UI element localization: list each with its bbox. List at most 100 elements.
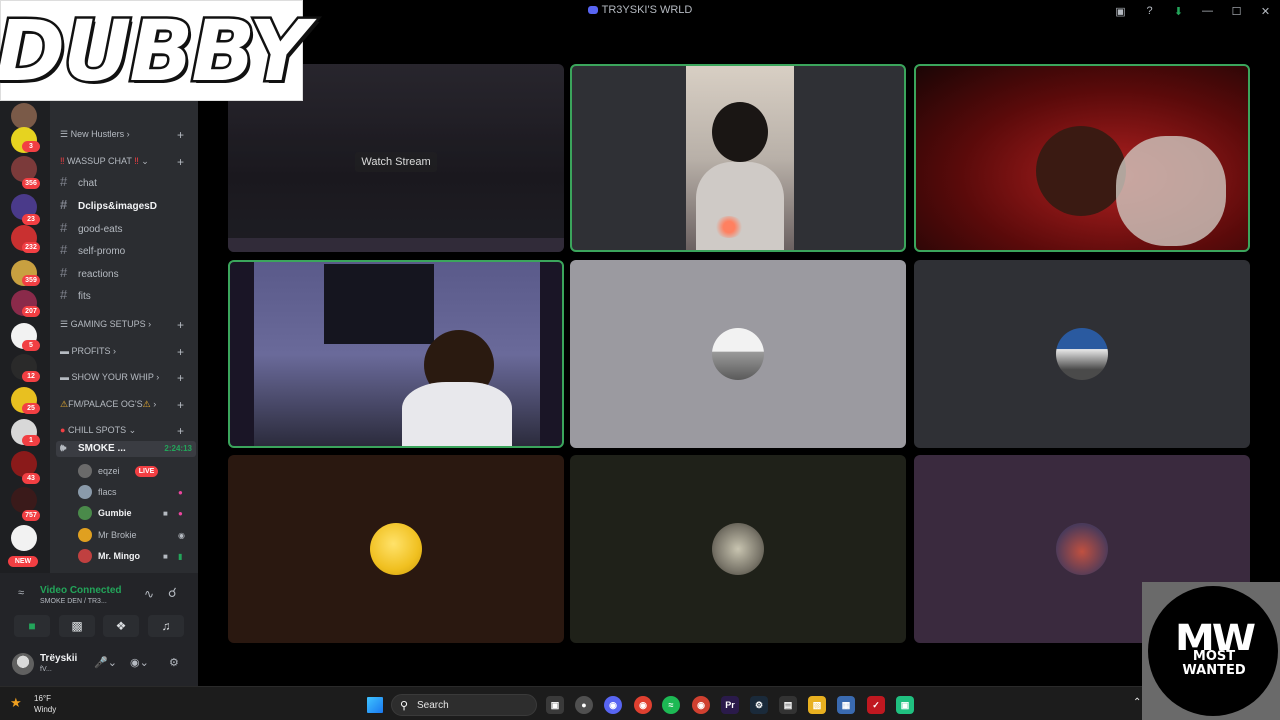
maximize-button[interactable]: ☐ bbox=[1222, 0, 1251, 22]
channel-self-promo[interactable]: # self-promo bbox=[60, 242, 125, 257]
audio-tile[interactable] bbox=[570, 455, 906, 643]
steam-icon[interactable]: ⚙ bbox=[750, 696, 768, 714]
category-new-hustlers[interactable]: ☰ New Hustlers › + bbox=[60, 128, 184, 142]
obs-icon[interactable]: ● bbox=[575, 696, 593, 714]
audio-tile[interactable] bbox=[228, 455, 564, 643]
user-status: fV... bbox=[40, 666, 52, 673]
add-channel-icon[interactable]: + bbox=[177, 371, 184, 385]
unread-badge: 25 bbox=[22, 403, 40, 414]
user-avatar[interactable] bbox=[12, 653, 34, 675]
unread-badge: 207 bbox=[22, 306, 40, 317]
unread-badge: 12 bbox=[22, 371, 40, 382]
start-button[interactable] bbox=[367, 697, 383, 713]
soundboard-icon: ♫ bbox=[161, 619, 171, 633]
stream-preview-bar bbox=[228, 238, 564, 252]
add-channel-icon[interactable]: + bbox=[177, 155, 184, 169]
channel-good-eats[interactable]: # good-eats bbox=[60, 220, 122, 235]
most-wanted-logo: MW MOST WANTED bbox=[1142, 582, 1280, 720]
hash-icon: # bbox=[60, 265, 68, 280]
unread-badge: 757 bbox=[22, 510, 40, 521]
participant-avatar bbox=[1056, 523, 1108, 575]
light-glow bbox=[714, 216, 744, 238]
unread-badge: 23 bbox=[22, 214, 40, 225]
watch-stream-button[interactable]: Watch Stream bbox=[355, 152, 437, 172]
activities-button[interactable]: ❖ bbox=[103, 615, 139, 637]
disconnect-icon[interactable]: ☌ bbox=[168, 585, 177, 601]
voice-channel-smoke-den[interactable]: 🕪 SMOKE ... 2:24:13 bbox=[56, 441, 196, 457]
store-icon[interactable]: ▦ bbox=[837, 696, 855, 714]
mic-icon[interactable]: 🎤⌄ bbox=[94, 656, 117, 669]
category-wassup-chat[interactable]: ‼ WASSUP CHAT ‼ ⌄ + bbox=[60, 155, 184, 169]
speaker-icon: 🕪 bbox=[60, 443, 67, 454]
minimize-button[interactable]: — bbox=[1193, 0, 1222, 22]
participant-avatar bbox=[712, 328, 764, 380]
avatar bbox=[78, 485, 92, 499]
app-icon[interactable]: ▤ bbox=[779, 696, 797, 714]
screen-share-button[interactable]: ▩ bbox=[59, 615, 95, 637]
hash-icon: # bbox=[60, 197, 68, 212]
participant-silhouette bbox=[402, 382, 512, 446]
app-icon[interactable]: ✓ bbox=[867, 696, 885, 714]
headphones-icon[interactable]: ◉⌄ bbox=[130, 656, 149, 669]
inbox-icon[interactable]: ▣ bbox=[1106, 0, 1135, 22]
channel-reactions[interactable]: # reactions bbox=[60, 265, 119, 280]
add-channel-icon[interactable]: + bbox=[177, 424, 184, 438]
category-chill-spots[interactable]: ● CHILL SPOTS ⌄ + bbox=[60, 424, 184, 438]
chrome-icon[interactable]: ◉ bbox=[634, 696, 652, 714]
add-channel-icon[interactable]: + bbox=[177, 128, 184, 142]
streaming-icon: ● bbox=[178, 509, 183, 518]
unread-badge: 3 bbox=[22, 141, 40, 152]
audio-tile[interactable] bbox=[914, 260, 1250, 448]
noise-suppression-icon[interactable]: ∿ bbox=[144, 587, 154, 601]
camera-icon: ■ bbox=[28, 619, 36, 633]
add-channel-icon[interactable]: + bbox=[177, 398, 184, 412]
video-tile[interactable] bbox=[570, 64, 906, 252]
weather-icon: ★ bbox=[10, 695, 22, 710]
user-name[interactable]: Trëyskii bbox=[40, 653, 77, 664]
help-icon[interactable]: ? bbox=[1135, 0, 1164, 22]
participant-avatar bbox=[712, 523, 764, 575]
task-view-icon[interactable]: ▣ bbox=[546, 696, 564, 714]
file-explorer-icon[interactable]: ▧ bbox=[808, 696, 826, 714]
category-show-your-whip[interactable]: ▬ SHOW YOUR WHIP › + bbox=[60, 371, 184, 385]
chrome-icon[interactable]: ◉ bbox=[692, 696, 710, 714]
signal-icon[interactable]: ≈ bbox=[18, 587, 24, 599]
close-button[interactable]: ✕ bbox=[1251, 0, 1280, 22]
category-palace[interactable]: ⚠FM/PALACE OG'S⚠ › + bbox=[60, 398, 184, 412]
streaming-icon: ● bbox=[178, 488, 183, 497]
spotify-icon[interactable]: ≈ bbox=[662, 696, 680, 714]
unread-badge: 232 bbox=[22, 242, 40, 253]
channel-chat[interactable]: # chat bbox=[60, 174, 97, 189]
download-icon[interactable]: ⬇ bbox=[1164, 0, 1193, 22]
category-gaming-setups[interactable]: ☰ GAMING SETUPS › + bbox=[60, 318, 184, 332]
headset-icon: ◉ bbox=[178, 531, 185, 540]
category-profits[interactable]: ▬ PROFITS › + bbox=[60, 345, 184, 359]
discord-app-icon[interactable]: ◉ bbox=[604, 696, 622, 714]
avatar bbox=[78, 464, 92, 478]
server-icon[interactable] bbox=[11, 103, 37, 129]
video-tile[interactable] bbox=[914, 64, 1250, 252]
server-icon[interactable] bbox=[11, 525, 37, 551]
add-channel-icon[interactable]: + bbox=[177, 318, 184, 332]
hash-icon: # bbox=[60, 242, 68, 257]
channel-fits[interactable]: # fits bbox=[60, 287, 91, 302]
camera-button[interactable]: ■ bbox=[14, 615, 50, 637]
windows-taskbar: ★ 16°F Windy ⚲ Search ▣ ● ◉ ◉ ≈ ◉ Pr ⚙ ▤… bbox=[0, 686, 1280, 720]
settings-gear-icon[interactable]: ⚙ bbox=[169, 656, 179, 669]
live-badge: LIVE bbox=[135, 466, 158, 477]
participant-silhouette bbox=[696, 162, 784, 250]
unread-badge: 356 bbox=[22, 178, 40, 189]
connection-status[interactable]: Video Connected bbox=[40, 585, 122, 596]
participant-avatar bbox=[1056, 328, 1108, 380]
soundboard-button[interactable]: ♫ bbox=[148, 615, 184, 637]
add-channel-icon[interactable]: + bbox=[177, 345, 184, 359]
channel-sidebar: ☰ New Hustlers › + ‼ WASSUP CHAT ‼ ⌄ + # ch… bbox=[50, 101, 198, 573]
app-icon[interactable]: ▣ bbox=[896, 696, 914, 714]
video-tile[interactable] bbox=[228, 260, 564, 448]
channel-clips[interactable]: # Dclips&imagesD bbox=[60, 197, 157, 212]
tray-chevron-icon[interactable]: ⌃ bbox=[1133, 697, 1141, 708]
audio-tile[interactable] bbox=[570, 260, 906, 448]
taskbar-search[interactable]: ⚲ Search bbox=[391, 694, 537, 716]
premiere-icon[interactable]: Pr bbox=[721, 696, 739, 714]
search-icon: ⚲ bbox=[400, 700, 409, 712]
